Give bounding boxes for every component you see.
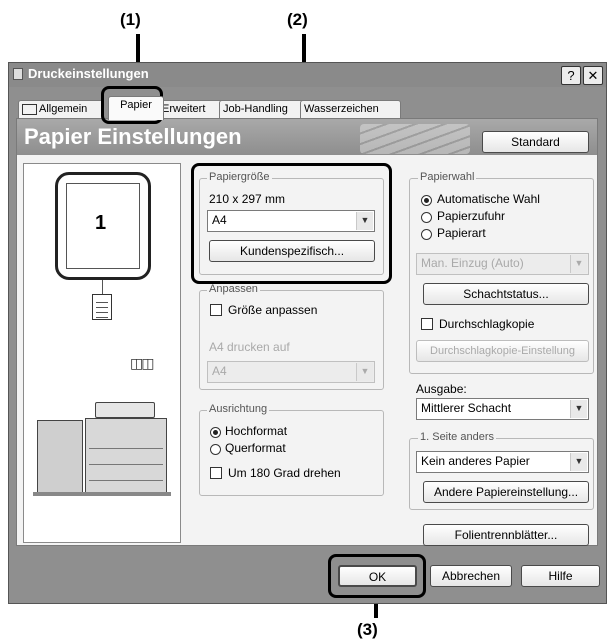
tab-wasserzeichen-label: Wasserzeichen xyxy=(304,103,379,115)
chevron-down-icon: ▼ xyxy=(570,255,587,273)
print-on-select-value: A4 xyxy=(212,364,227,378)
first-page-select-value: Kein anderes Papier xyxy=(421,454,530,468)
tab-erweitert-label: Erweitert xyxy=(162,103,206,115)
paper-source-select-value: Man. Einzug (Auto) xyxy=(421,256,524,270)
papierwahl-group-label: Papierwahl xyxy=(418,171,477,183)
page-number: 1 xyxy=(95,212,107,234)
help-footer-button[interactable]: Hilfe xyxy=(521,565,600,587)
output-select[interactable]: Mittlerer Schacht ▼ xyxy=(416,398,589,420)
automatische-wahl-label: Automatische Wahl xyxy=(437,192,540,206)
rotate-180-label: Um 180 Grad drehen xyxy=(228,466,341,480)
preview-connector xyxy=(102,280,103,294)
radio-querformat[interactable] xyxy=(210,444,221,455)
tab-erweitert[interactable]: Erweitert xyxy=(158,100,226,119)
close-button[interactable]: ✕ xyxy=(583,66,603,85)
tab-job-handling-label: Job-Handling xyxy=(223,103,288,115)
tab-allgemein[interactable]: Allgemein xyxy=(18,100,104,119)
tab-allgemein-label: Allgemein xyxy=(39,103,88,115)
print-on-label: A4 drucken auf xyxy=(209,340,290,354)
tray-status-button[interactable]: Schachtstatus... xyxy=(423,283,589,305)
standard-button[interactable]: Standard xyxy=(482,131,589,153)
fit-size-label: Größe anpassen xyxy=(228,303,318,317)
ausrichtung-group-label: Ausrichtung xyxy=(207,403,270,415)
carbon-copy-label: Durchschlagkopie xyxy=(439,317,535,331)
output-label: Ausgabe: xyxy=(416,382,467,396)
chevron-down-icon: ▼ xyxy=(570,400,587,418)
help-button[interactable]: ? xyxy=(561,66,581,85)
paper-source-select[interactable]: Man. Einzug (Auto) ▼ xyxy=(416,253,589,275)
chevron-down-icon: ▼ xyxy=(570,453,587,471)
printer-icon xyxy=(13,68,23,80)
papierart-label: Papierart xyxy=(437,226,486,240)
highlight-3 xyxy=(328,554,426,598)
window-title: Druckeinstellungen xyxy=(28,66,149,81)
callout-3: (3) xyxy=(357,620,378,639)
printer-machine-icon xyxy=(33,400,173,500)
tab-job-handling[interactable]: Job-Handling xyxy=(219,100,306,119)
callout-2: (2) xyxy=(287,10,308,29)
radio-papierart[interactable] xyxy=(421,229,432,240)
radio-papierzufuhr[interactable] xyxy=(421,212,432,223)
papierzufuhr-label: Papierzufuhr xyxy=(437,209,506,223)
document-icon xyxy=(92,294,112,320)
highlight-2 xyxy=(191,163,392,284)
copies-icon: ◫◫ xyxy=(130,355,154,371)
anpassen-group-label: Anpassen xyxy=(207,283,260,295)
tab-papier[interactable]: Papier xyxy=(108,96,164,120)
carbon-copy-checkbox[interactable] xyxy=(421,318,433,330)
first-page-group-label: 1. Seite anders xyxy=(418,431,496,443)
querformat-label: Querformat xyxy=(225,441,286,455)
banner-paper-graphic xyxy=(360,124,470,154)
output-select-value: Mittlerer Schacht xyxy=(421,401,512,415)
first-page-select[interactable]: Kein anderes Papier ▼ xyxy=(416,451,589,473)
transparency-separators-button[interactable]: Folientrennblätter... xyxy=(423,524,589,546)
tab-papier-label: Papier xyxy=(120,99,152,111)
banner-title: Papier Einstellungen xyxy=(24,124,242,149)
fit-size-checkbox[interactable] xyxy=(210,304,222,316)
cancel-button[interactable]: Abbrechen xyxy=(430,565,512,587)
tab-wasserzeichen[interactable]: Wasserzeichen xyxy=(300,100,401,119)
print-on-select[interactable]: A4 ▼ xyxy=(207,361,375,383)
radio-hochformat[interactable] xyxy=(210,427,221,438)
chevron-down-icon: ▼ xyxy=(356,363,373,381)
rotate-180-checkbox[interactable] xyxy=(210,467,222,479)
radio-automatische-wahl[interactable] xyxy=(421,195,432,206)
callout-1: (1) xyxy=(120,10,141,29)
other-paper-settings-button[interactable]: Andere Papiereinstellung... xyxy=(423,481,589,503)
carbon-copy-settings-button[interactable]: Durchschlagkopie-Einstellung xyxy=(416,340,589,362)
hochformat-label: Hochformat xyxy=(225,424,288,438)
tab-allgemein-icon xyxy=(22,103,37,115)
